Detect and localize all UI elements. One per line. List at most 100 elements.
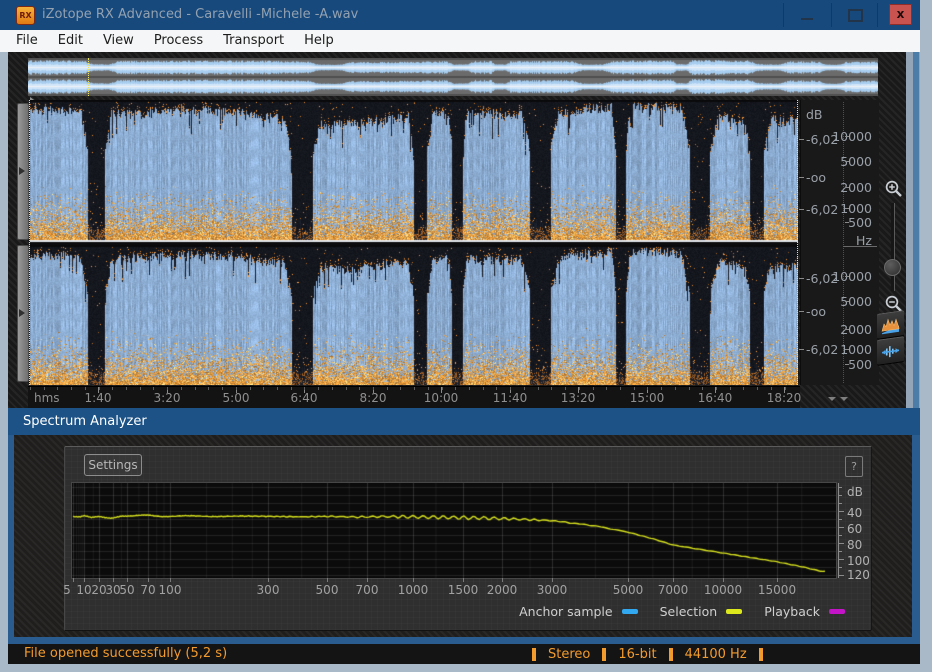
titlebar[interactable]: RX iZotope RX Advanced - Caravelli -Mich…	[0, 0, 920, 30]
sa-db-tick-mark	[838, 535, 842, 536]
status-separator	[532, 647, 536, 661]
sa-right-stripe	[912, 435, 920, 644]
ruler-tick-minor	[483, 387, 484, 390]
menu-help[interactable]: Help	[294, 30, 344, 52]
ruler-tick-minor	[620, 387, 621, 390]
ruler-tick-minor	[579, 387, 580, 390]
sa-freq-tick-mark	[463, 578, 464, 582]
menubar: File Edit View Process Transport Help	[0, 30, 920, 52]
sa-freq-tick-mark	[268, 578, 269, 582]
menu-file[interactable]: File	[6, 30, 48, 52]
sa-db-tick-mark	[838, 503, 842, 504]
ruler-unit-label: hms	[34, 391, 60, 405]
ruler-tick-minor	[44, 387, 45, 390]
ruler-tick-label: 10:00	[423, 391, 459, 405]
menu-view[interactable]: View	[93, 30, 144, 52]
maximize-button[interactable]	[832, 0, 878, 30]
ruler-tick-minor	[661, 387, 662, 390]
status-field: 44100 Hz	[684, 646, 747, 662]
sa-freq-tick-label: 2000	[486, 583, 518, 597]
app-window: RX iZotope RX Advanced - Caravelli -Mich…	[0, 0, 932, 672]
sa-db-tick-mark	[838, 551, 842, 552]
hz-scale-tick	[845, 222, 849, 223]
selection-left-edge	[29, 100, 30, 385]
sa-freq-tick-mark	[502, 578, 503, 582]
ruler-tick-minor	[277, 387, 278, 390]
ruler-tick-minor	[496, 387, 497, 390]
right-side-accent	[913, 52, 919, 408]
spectrum-analyzer-close-button[interactable]: x	[889, 4, 912, 25]
spectrogram-view-button[interactable]	[877, 310, 904, 340]
sa-freq-tick-mark	[777, 578, 778, 582]
sa-freq-tick-mark	[413, 578, 414, 582]
status-field: Stereo	[548, 646, 591, 662]
ruler-tick-minor	[414, 387, 415, 390]
zoom-slider-knob[interactable]	[884, 259, 901, 276]
sa-freq-tick-mark	[84, 578, 85, 582]
panel-resize-grip[interactable]	[828, 397, 848, 401]
ruler-tick-minor	[400, 387, 401, 390]
zoom-slider-track[interactable]	[891, 203, 895, 291]
ruler-tick-minor	[757, 387, 758, 390]
waveform-view-button[interactable]	[877, 336, 904, 366]
hz-scale-tick	[845, 301, 849, 302]
ruler-tick-minor	[304, 387, 305, 390]
selection-right-edge	[797, 100, 798, 385]
db-scale-tick	[799, 311, 804, 312]
sa-freq-tick-mark	[99, 578, 100, 582]
sa-freq-tick-mark	[73, 578, 74, 582]
ruler-tick-minor	[716, 387, 717, 390]
sa-freq-tick-mark	[327, 578, 328, 582]
sa-db-tick-mark	[838, 519, 842, 520]
ruler-tick-minor	[99, 387, 100, 390]
ruler-tick-minor	[428, 387, 429, 390]
sa-freq-tick-label: 7000	[657, 583, 689, 597]
ruler-tick-minor	[730, 387, 731, 390]
spectrum-plot-canvas	[72, 483, 836, 578]
ruler-tick-minor	[126, 387, 127, 390]
status-separator	[602, 647, 607, 661]
menu-transport[interactable]: Transport	[213, 30, 294, 52]
ruler-tick-minor	[208, 387, 209, 390]
waveform-overview[interactable]	[28, 58, 878, 96]
help-button[interactable]: ?	[845, 456, 863, 477]
ruler-tick-minor	[675, 387, 676, 390]
menu-process[interactable]: Process	[144, 30, 213, 52]
sa-db-tick-mark	[838, 567, 842, 568]
sa-db-tick-label: 60	[847, 522, 863, 536]
chevron-down-icon	[828, 397, 836, 401]
ruler-tick-label: 18:20	[766, 391, 802, 405]
hz-scale-tick	[845, 364, 849, 365]
status-file-info: Stereo 16-bit 44100 Hz	[532, 644, 763, 664]
ruler-tick-minor	[112, 387, 113, 390]
zoom-in-icon[interactable]	[883, 178, 905, 200]
sa-db-axis-unit: dB	[847, 485, 863, 499]
ruler-tick-minor	[263, 387, 264, 390]
minimize-button[interactable]	[784, 0, 830, 30]
hz-scale-tick	[845, 349, 849, 350]
ruler-tick-minor	[181, 387, 182, 390]
db-scale-tick	[799, 177, 804, 178]
channel1-scrollbar-arrow	[19, 167, 25, 175]
ruler-tick-minor	[250, 387, 251, 390]
legend-item: Playback	[764, 604, 845, 619]
ruler-tick-minor	[57, 387, 58, 390]
db-scale-tick	[799, 209, 804, 210]
ruler-tick-minor	[538, 387, 539, 390]
menu-edit[interactable]: Edit	[48, 30, 93, 52]
spectrum-plot[interactable]	[71, 482, 837, 579]
ruler-tick-minor	[785, 387, 786, 390]
sa-db-tick-label: 40	[847, 506, 863, 520]
sa-db-tick-mark	[838, 511, 844, 512]
settings-button[interactable]: Settings	[84, 454, 142, 476]
app-icon: RX	[16, 6, 35, 25]
ruler-tick-minor	[153, 387, 154, 390]
ruler-tick-minor	[606, 387, 607, 390]
status-separator	[758, 647, 763, 661]
spectrum-analyzer-titlebar[interactable]: Spectrum Analyzer	[8, 408, 920, 435]
spectrogram-display[interactable]	[30, 100, 798, 385]
sa-db-tick-mark	[838, 495, 842, 496]
ruler-tick-minor	[387, 387, 388, 390]
ruler-tick-minor	[346, 387, 347, 390]
ruler-tick-label: 1:40	[84, 391, 112, 405]
